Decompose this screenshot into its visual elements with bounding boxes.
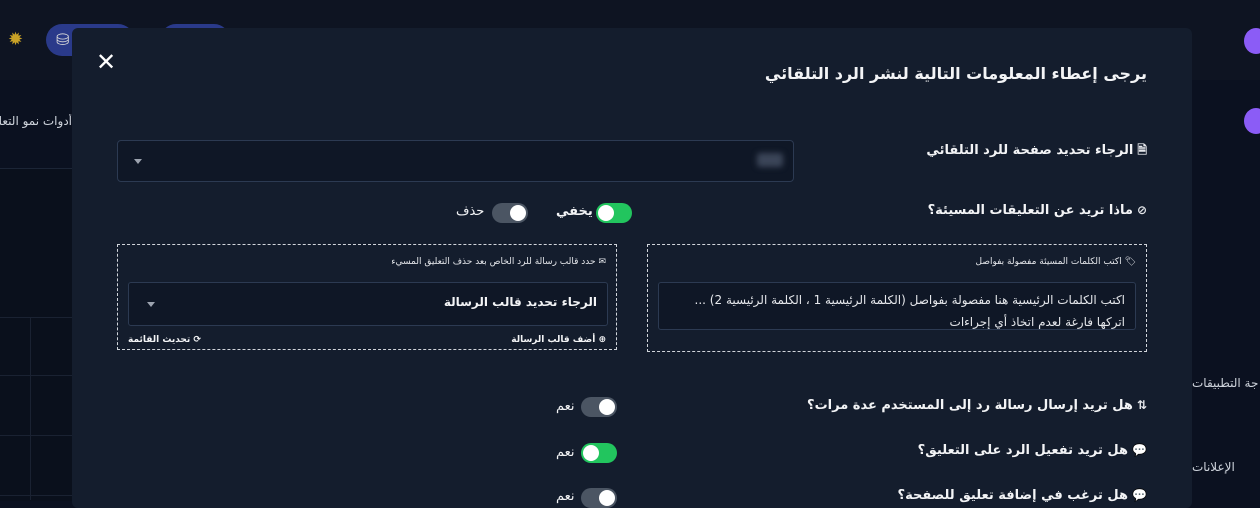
enable-reply-yes: نعم [556, 445, 575, 460]
close-icon[interactable]: ✕ [96, 50, 120, 74]
selected-page-value [757, 153, 783, 167]
multi-reply-label: ⇅هل تريد إرسال رسالة رد إلى المستخدم عدة… [807, 398, 1147, 413]
enable-reply-label: 💬هل تريد تفعيل الرد على التعليق؟ [917, 443, 1147, 458]
refresh-list-link[interactable]: ⟳ تحديث القائمة [128, 335, 201, 345]
enable-reply-toggle[interactable] [581, 443, 617, 463]
auto-reply-modal: ✕ يرجى إعطاء المعلومات التالية لنشر الرد… [72, 28, 1192, 508]
plus-icon: ⊕ [598, 335, 606, 345]
sidebar-text: الإعلانات [1192, 460, 1235, 474]
hide-label: يخفي [556, 204, 593, 219]
refresh-icon: ⟳ [193, 335, 201, 345]
multi-reply-toggle[interactable] [581, 397, 617, 417]
delete-toggle[interactable] [492, 203, 528, 223]
template-head: ✉ حدد قالب رسالة للرد الخاص بعد حذف التع… [391, 257, 606, 267]
add-template-link[interactable]: ⊕ أضف قالب الرسالة [511, 335, 606, 345]
tag-icon: 🏷 [1124, 257, 1136, 267]
add-comment-toggle[interactable] [581, 488, 617, 508]
template-select[interactable]: الرجاء تحديد قالب الرسالة [128, 282, 608, 326]
comment-icon: 💬 [1132, 443, 1147, 457]
keywords-head: 🏷 اكتب الكلمات المسيئة مفصولة بفواصل [975, 257, 1137, 267]
offensive-label: ⦸ماذا تريد عن التعليقات المسيئة؟ [927, 203, 1147, 218]
add-comment-yes: نعم [556, 489, 575, 504]
sort-icon: ⇅ [1136, 398, 1147, 412]
keywords-box: 🏷 اكتب الكلمات المسيئة مفصولة بفواصل اكت… [647, 244, 1147, 352]
chevron-down-icon [147, 302, 155, 307]
multi-reply-yes: نعم [556, 399, 575, 414]
sidebar-text: جة التطبيقات [1192, 376, 1259, 390]
sidebar-text: أدوات نمو التعلي [0, 114, 72, 128]
envelope-icon: ✉ [598, 257, 606, 267]
chevron-down-icon [134, 159, 142, 164]
file-icon: 🗎 [1137, 143, 1147, 157]
page-select[interactable] [117, 140, 794, 182]
ban-icon: ⦸ [1136, 203, 1147, 217]
page-select-label: 🗎الرجاء تحديد صفحة للرد التلقائي [926, 143, 1147, 158]
add-comment-label: 💬هل ترغب في إضافة تعليق للصفحة؟ [897, 488, 1147, 503]
delete-label: حذف [456, 204, 485, 219]
hide-toggle[interactable] [596, 203, 632, 223]
chat-icon[interactable] [1244, 108, 1260, 134]
template-box: ✉ حدد قالب رسالة للرد الخاص بعد حذف التع… [117, 244, 617, 350]
coins-icon: ⛁ [56, 30, 70, 49]
keywords-textarea[interactable]: اكتب الكلمات الرئيسية هنا مفصولة بفواصل … [658, 282, 1136, 330]
gear-icon[interactable]: ✹ [8, 30, 28, 50]
modal-title: يرجى إعطاء المعلومات التالية لنشر الرد ا… [764, 64, 1147, 83]
background-panel [0, 168, 72, 501]
